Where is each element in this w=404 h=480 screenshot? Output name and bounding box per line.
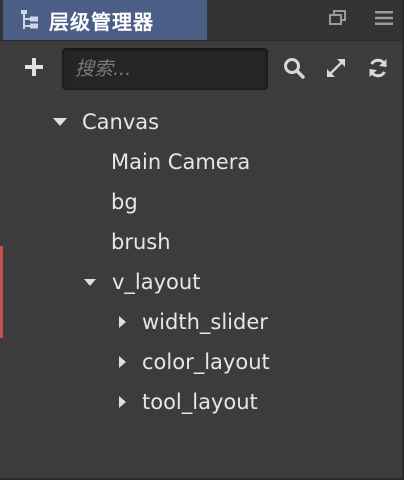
- tree-node-v-layout[interactable]: v_layout: [82, 262, 200, 302]
- tab-title: 层级管理器: [49, 9, 154, 34]
- hierarchy-toolbar: [0, 40, 402, 102]
- add-node-button[interactable]: [20, 55, 48, 83]
- panel-menu-button[interactable]: [372, 8, 396, 32]
- tree-node-label: width_slider: [142, 310, 268, 334]
- tab-hierarchy[interactable]: 层级管理器: [3, 0, 207, 40]
- tree-node-canvas[interactable]: Canvas: [52, 102, 159, 142]
- tree-node-width-slider[interactable]: width_slider: [114, 302, 268, 342]
- tree-node-label: Canvas: [82, 110, 160, 134]
- plus-icon: [24, 57, 44, 81]
- tree-node-tool-layout[interactable]: tool_layout: [114, 382, 258, 422]
- expand-arrows-icon: [325, 57, 347, 83]
- tree-node-label: color_layout: [142, 350, 270, 374]
- search-button[interactable]: [280, 56, 308, 84]
- caret-right-icon[interactable]: [114, 354, 130, 370]
- search-input[interactable]: [63, 49, 267, 89]
- restore-window-button[interactable]: [326, 8, 350, 32]
- tree-node-main-camera[interactable]: Main Camera: [111, 142, 250, 182]
- tree-node-bg[interactable]: bg: [111, 182, 138, 222]
- restore-window-icon: [329, 10, 347, 30]
- tree-node-label: bg: [111, 190, 138, 214]
- caret-right-icon[interactable]: [114, 314, 130, 330]
- magnifier-icon: [283, 57, 305, 83]
- tree-node-label: brush: [111, 230, 171, 254]
- tree-node-label: Main Camera: [111, 150, 251, 174]
- refresh-icon: [367, 57, 389, 83]
- tree-node-brush[interactable]: brush: [111, 222, 171, 262]
- search-box: [62, 48, 268, 90]
- expand-all-button[interactable]: [322, 56, 350, 84]
- refresh-button[interactable]: [364, 56, 392, 84]
- caret-right-icon[interactable]: [114, 394, 130, 410]
- hamburger-menu-icon: [374, 10, 394, 30]
- panel-titlebar: 层级管理器: [0, 0, 402, 41]
- tree-node-label: v_layout: [112, 270, 201, 294]
- caret-down-icon[interactable]: [52, 114, 68, 130]
- edge-artifact: [0, 246, 3, 338]
- tree-node-color-layout[interactable]: color_layout: [114, 342, 270, 382]
- tree-node-label: tool_layout: [142, 390, 258, 414]
- hierarchy-icon: [19, 9, 41, 31]
- hierarchy-panel: 层级管理器 搜索... Canvas Main Camera bg brush …: [0, 0, 404, 480]
- caret-down-icon[interactable]: [82, 274, 98, 290]
